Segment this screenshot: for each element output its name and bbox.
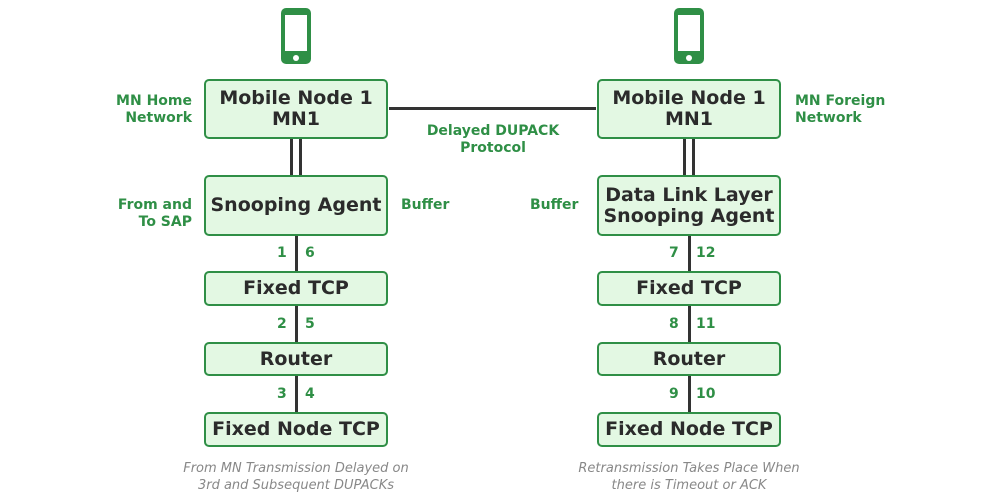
link-label: Delayed DUPACK Protocol (426, 123, 560, 156)
step-number: 5 (305, 316, 315, 332)
left-buffer-label: Buffer (401, 197, 450, 213)
foreign-network-label: MN Foreign Network (795, 93, 886, 126)
connection-line (295, 235, 298, 412)
connection-line (692, 138, 695, 175)
connection-line (389, 107, 596, 110)
left-router: Router (204, 342, 388, 376)
step-number: 4 (305, 386, 315, 402)
connection-line (683, 138, 686, 175)
connection-line (299, 138, 302, 175)
right-snooping-agent: Data Link Layer Snooping Agent (597, 175, 781, 236)
step-number: 9 (669, 386, 679, 402)
step-number: 3 (277, 386, 287, 402)
step-number: 11 (696, 316, 716, 332)
right-router: Router (597, 342, 781, 376)
step-number: 1 (277, 245, 287, 261)
step-number: 10 (696, 386, 716, 402)
left-fixed-node-tcp: Fixed Node TCP (204, 412, 388, 447)
left-note: From MN Transmission Delayed on 3rd and … (183, 461, 409, 493)
left-snooping-agent: Snooping Agent (204, 175, 388, 236)
right-fixed-tcp: Fixed TCP (597, 271, 781, 306)
step-number: 2 (277, 316, 287, 332)
connection-line (290, 138, 293, 175)
sap-label: From and To SAP (117, 197, 192, 230)
left-mobile-node: Mobile Node 1 MN1 (204, 79, 388, 139)
connection-line (688, 235, 691, 412)
step-number: 7 (669, 245, 679, 261)
right-fixed-node-tcp: Fixed Node TCP (597, 412, 781, 447)
right-buffer-label: Buffer (530, 197, 579, 213)
right-mobile-node: Mobile Node 1 MN1 (597, 79, 781, 139)
left-fixed-tcp: Fixed TCP (204, 271, 388, 306)
step-number: 12 (696, 245, 716, 261)
mobile-phone-icon (674, 8, 704, 64)
home-network-label: MN Home Network (116, 93, 192, 126)
step-number: 8 (669, 316, 679, 332)
step-number: 6 (305, 245, 315, 261)
diagram: Mobile Node 1 MN1 Snooping Agent Fixed T… (0, 0, 1000, 500)
right-note: Retransmission Takes Place When there is… (578, 461, 800, 493)
mobile-phone-icon (281, 8, 311, 64)
